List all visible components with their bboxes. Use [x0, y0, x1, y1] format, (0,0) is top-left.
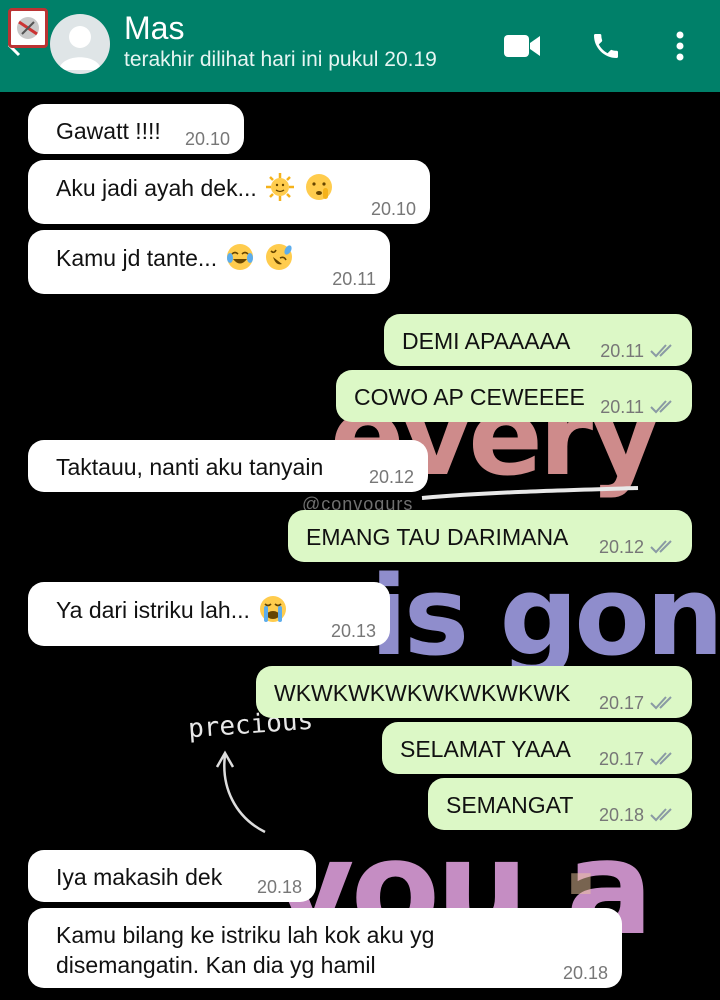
last-seen-status: terakhir dilihat hari ini pukul 20.19: [124, 48, 437, 71]
outgoing-message[interactable]: COWO AP CEWEEEE 20.11: [336, 370, 692, 422]
message-time: 20.17: [598, 693, 644, 713]
underline-doodle: [421, 486, 639, 500]
joy-emoji: [227, 244, 254, 270]
message-time: 20.12: [368, 467, 414, 487]
message-time: 20.18: [256, 877, 302, 897]
wallpaper-doodle: is gon: [370, 552, 720, 680]
message-time: 20.11: [332, 269, 376, 289]
message-time: 20.11: [600, 397, 644, 417]
message-time: 20.10: [184, 129, 230, 149]
outgoing-message[interactable]: SEMANGAT 20.18: [428, 778, 692, 830]
message-text: Taktauu, nanti aku tanyain: [56, 454, 324, 480]
message-time: 20.18: [598, 805, 644, 825]
incoming-message[interactable]: Kamu jd tante... 20.11: [28, 230, 390, 294]
message-text: Ya dari istriku lah...: [56, 597, 250, 623]
contact-name[interactable]: Mas: [124, 10, 184, 47]
shushing-face-emoji: [305, 174, 332, 200]
message-time: 20.17: [598, 749, 644, 769]
message-time: 20.12: [598, 537, 644, 557]
read-ticks-icon: [650, 696, 672, 710]
app-badge-icon: [8, 8, 48, 48]
message-text: Kamu bilang ke istriku lah kok aku yg di…: [56, 922, 435, 978]
message-time: 20.11: [600, 341, 644, 361]
more-options-icon[interactable]: [658, 24, 702, 68]
read-ticks-icon: [650, 808, 672, 822]
read-ticks-icon: [650, 400, 672, 414]
contact-avatar[interactable]: [50, 14, 110, 74]
incoming-message[interactable]: Taktauu, nanti aku tanyain 20.12: [28, 440, 428, 492]
message-time: 20.13: [330, 621, 376, 641]
chat-header: Mas terakhir dilihat hari ini pukul 20.1…: [0, 0, 720, 92]
message-text: Aku jadi ayah dek...: [56, 175, 257, 201]
crying-emoji: [260, 596, 287, 622]
outgoing-message[interactable]: SELAMAT YAAA 20.17: [382, 722, 692, 774]
sun-with-face-emoji: [266, 173, 295, 201]
message-time: 20.10: [370, 199, 416, 219]
arrow-doodle: [215, 750, 266, 834]
video-call-icon[interactable]: [500, 24, 544, 68]
read-ticks-icon: [650, 344, 672, 358]
incoming-message[interactable]: Ya dari istriku lah... 20.13: [28, 582, 390, 646]
read-ticks-icon: [650, 752, 672, 766]
outgoing-message[interactable]: DEMI APAAAAA 20.11: [384, 314, 692, 366]
outgoing-message[interactable]: WKWKWKWKWKWKWKWK 20.17: [256, 666, 692, 718]
read-ticks-icon: [650, 540, 672, 554]
message-time: 20.18: [562, 963, 608, 983]
incoming-message[interactable]: Kamu bilang ke istriku lah kok aku yg di…: [28, 908, 622, 988]
rofl-emoji: [265, 244, 292, 270]
message-text: Kamu jd tante...: [56, 245, 218, 271]
incoming-message[interactable]: Gawatt !!!! 20.10: [28, 104, 244, 154]
incoming-message[interactable]: Iya makasih dek 20.18: [28, 850, 316, 902]
voice-call-icon[interactable]: [584, 24, 628, 68]
outgoing-message[interactable]: EMANG TAU DARIMANA 20.12: [288, 510, 692, 562]
incoming-message[interactable]: Aku jadi ayah dek... 20.10: [28, 160, 430, 224]
